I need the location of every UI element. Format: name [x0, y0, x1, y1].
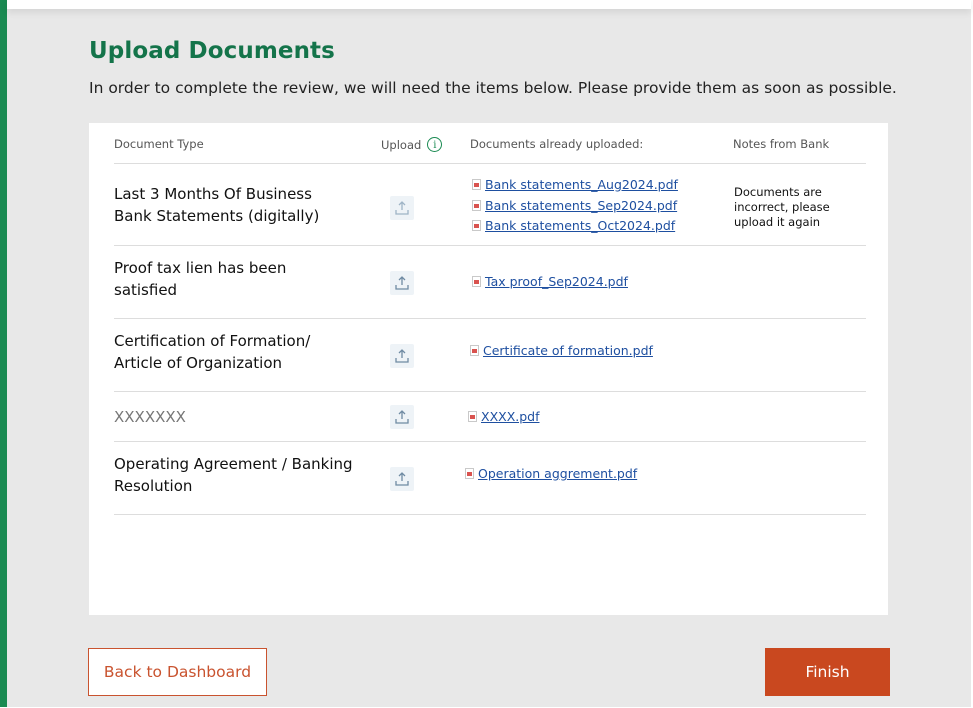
page-background: Upload Documents In order to complete th… [0, 0, 971, 707]
info-icon[interactable]: i [427, 137, 443, 152]
pdf-file-icon [465, 468, 474, 479]
divider [114, 318, 866, 319]
pdf-file-icon [468, 411, 477, 422]
pdf-file-icon [472, 200, 481, 211]
upload-icon [395, 472, 409, 486]
upload-icon [395, 201, 409, 215]
divider [114, 514, 866, 515]
table-row-doc-type: Proof tax lien has been satisfied [114, 259, 287, 299]
pdf-file-icon [470, 345, 479, 356]
page-title: Upload Documents [89, 38, 335, 64]
uploaded-file-link[interactable]: XXXX.pdf [468, 409, 540, 424]
upload-button[interactable] [390, 344, 414, 368]
upload-button[interactable] [390, 271, 414, 295]
intro-text: In order to complete the review, we will… [89, 79, 897, 97]
pdf-file-icon [472, 179, 481, 190]
pdf-file-icon [472, 220, 481, 231]
upload-button[interactable] [390, 405, 414, 429]
uploaded-file-link[interactable]: Tax proof_Sep2024.pdf [472, 274, 628, 289]
table-row-doc-type: Operating Agreement / Banking Resolution [114, 455, 353, 495]
documents-table: Document Type Upload i Documents already… [89, 123, 888, 615]
pdf-file-icon [472, 276, 481, 287]
upload-button[interactable] [390, 467, 414, 491]
bank-note: Documents are incorrect, please upload i… [734, 185, 830, 229]
finish-button[interactable]: Finish [765, 648, 890, 696]
uploaded-file-link[interactable]: Bank statements_Oct2024.pdf [472, 218, 675, 233]
upload-icon [395, 410, 409, 424]
upload-button[interactable] [390, 196, 414, 220]
header-upload-label: Upload [381, 137, 422, 152]
back-to-dashboard-button[interactable]: Back to Dashboard [88, 648, 267, 696]
upload-icon [395, 276, 409, 290]
uploaded-file-link[interactable]: Operation aggrement.pdf [465, 466, 637, 481]
divider [114, 245, 866, 246]
left-accent-bar [0, 0, 7, 707]
table-row-doc-type: Certification of Formation/ Article of O… [114, 332, 311, 372]
header-upload: Upload i [381, 137, 443, 152]
table-row-doc-type: Last 3 Months Of Business Bank Statement… [114, 185, 320, 225]
uploaded-file-link[interactable]: Bank statements_Aug2024.pdf [472, 177, 678, 192]
uploaded-file-link[interactable]: Certificate of formation.pdf [470, 343, 653, 358]
divider [114, 391, 866, 392]
header-document-type: Document Type [114, 137, 204, 151]
upload-icon [395, 349, 409, 363]
divider [114, 441, 866, 442]
header-notes: Notes from Bank [733, 137, 830, 151]
top-header-edge [7, 0, 971, 9]
header-uploaded-documents: Documents already uploaded: [470, 137, 644, 151]
table-row-doc-type: XXXXXXX [114, 408, 186, 426]
divider [114, 163, 866, 164]
uploaded-file-link[interactable]: Bank statements_Sep2024.pdf [472, 198, 677, 213]
